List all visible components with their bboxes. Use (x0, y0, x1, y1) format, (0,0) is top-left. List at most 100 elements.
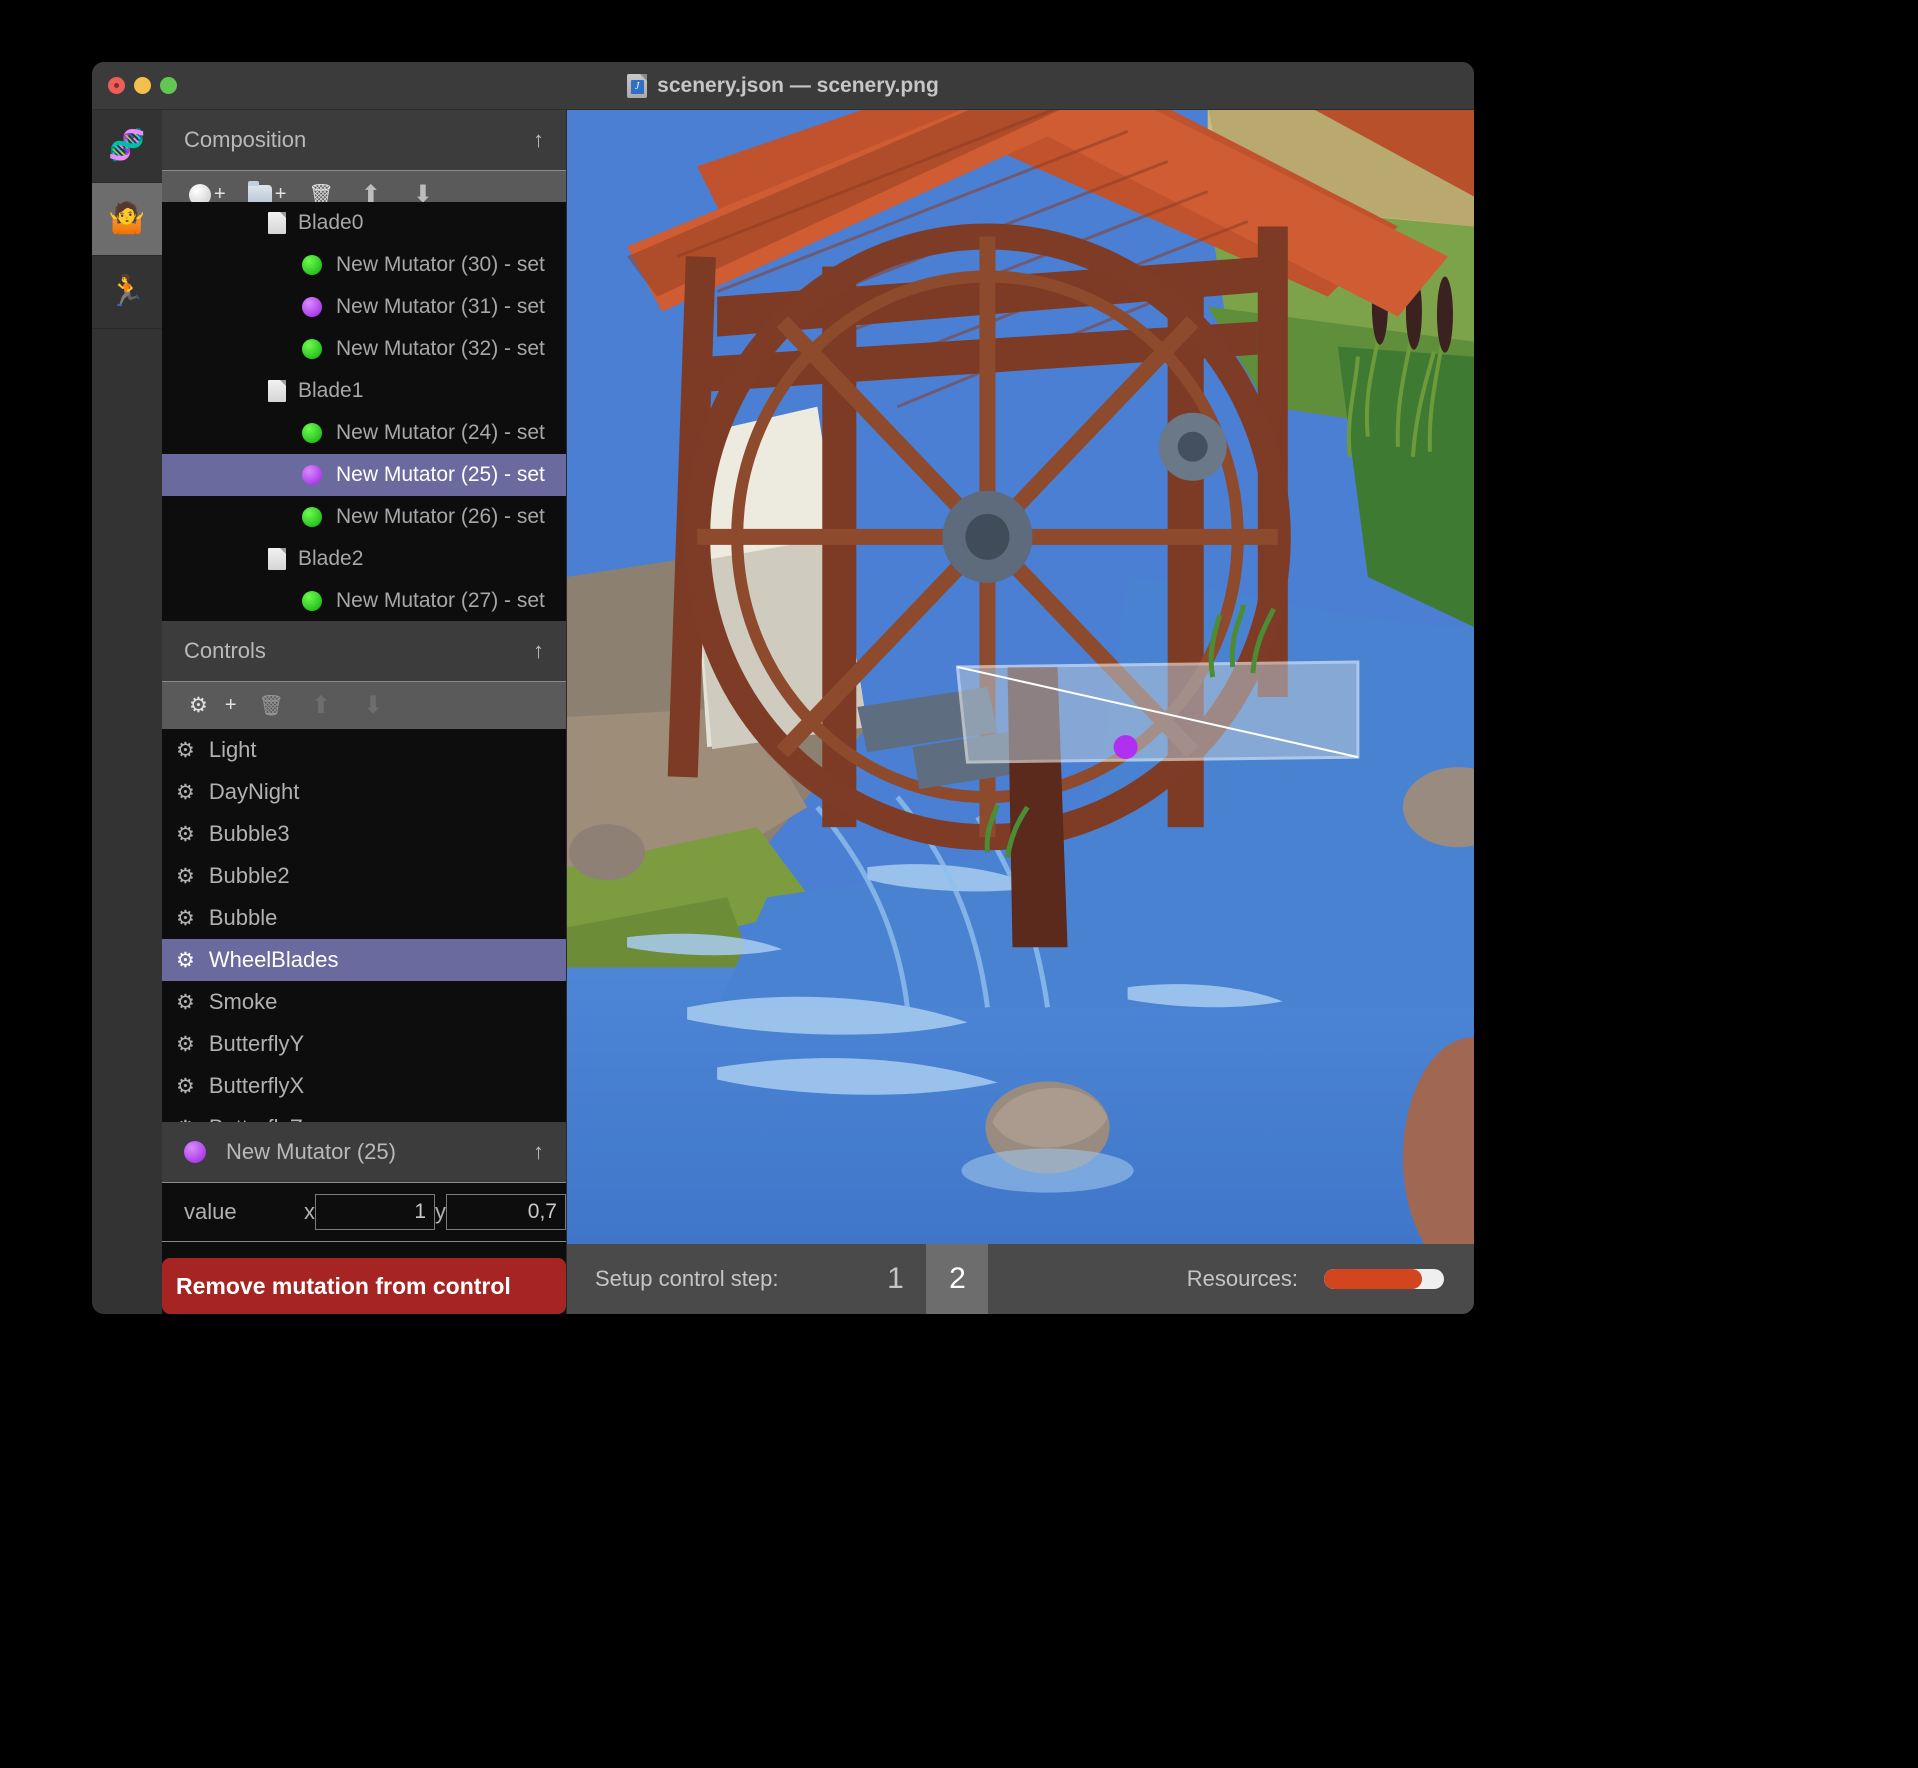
tree-row-label: New Mutator (31) - set (336, 294, 545, 318)
zoom-button[interactable] (160, 77, 177, 94)
tree-row-mutator[interactable]: New Mutator (24) - set (162, 412, 566, 454)
resources-label: Resources: (1186, 1266, 1298, 1291)
tree-row-mutator[interactable]: New Mutator (31) - set (162, 286, 566, 328)
mutator-dot-icon (302, 590, 322, 611)
remove-button-area: Remove mutation from control (162, 1242, 566, 1314)
step-button-2[interactable]: 2 (926, 1244, 989, 1314)
window-title-group: J scenery.json — scenery.png (92, 73, 1474, 98)
gear-icon: ⚙ (176, 990, 195, 1014)
tree-row-mutator[interactable]: New Mutator (30) - set (162, 244, 566, 286)
remove-mutation-button[interactable]: Remove mutation from control (162, 1258, 566, 1314)
dna-tab[interactable]: 🧬 (92, 110, 162, 183)
trash-icon: 🗑 (258, 694, 284, 717)
mutator-dot-icon (302, 338, 322, 359)
mutator-dot-icon (302, 506, 322, 527)
status-bar: Setup control step: 1 2 Resources: (567, 1244, 1474, 1314)
resources-progress-bar (1324, 1269, 1444, 1289)
selection-quad (955, 660, 1360, 764)
runner-tab[interactable]: 🏃 (92, 256, 162, 329)
control-item-label: Bubble3 (208, 821, 290, 847)
gear-icon: ⚙ (189, 693, 208, 717)
control-item-butterflyy[interactable]: ⚙ ButterflyY (162, 1023, 566, 1065)
controls-collapse-icon[interactable]: ↑ (533, 638, 544, 664)
move-control-down-button[interactable]: ⬇ (349, 691, 397, 720)
composition-tree[interactable]: Blade0 New Mutator (30) - set New Mutato… (162, 201, 566, 621)
mutator-dot-icon (184, 1140, 206, 1163)
control-item-label: ButterflyX (208, 1073, 305, 1099)
control-item-smoke[interactable]: ⚙ Smoke (162, 981, 566, 1023)
window-title: scenery.json — scenery.png (657, 73, 939, 97)
canvas-column: Setup control step: 1 2 Resources: (567, 110, 1474, 1314)
shrug-tab[interactable]: 🤷 (92, 183, 162, 256)
controls-header: Controls ↑ (162, 620, 566, 682)
mutator-collapse-icon[interactable]: ↑ (533, 1139, 544, 1165)
control-item-light[interactable]: ⚙ Light (162, 729, 566, 771)
tree-row-mutator[interactable]: New Mutator (32) - set (162, 328, 566, 370)
scene-illustration (567, 110, 1474, 1244)
tree-row-file[interactable]: Blade2 (162, 538, 566, 580)
json-document-icon: J (627, 73, 648, 98)
control-item-bubble3[interactable]: ⚙ Bubble3 (162, 813, 566, 855)
control-item-label: Smoke (208, 989, 278, 1015)
gear-icon: ⚙ (176, 948, 195, 972)
y-axis-label: y (435, 1198, 446, 1224)
tree-row-label: New Mutator (27) - set (336, 588, 545, 612)
tree-row-file[interactable]: Blade1 (162, 370, 566, 412)
composition-header: Composition ↑ (162, 110, 566, 172)
selection-handle (1113, 735, 1138, 760)
tree-row-label: New Mutator (25) - set (336, 462, 545, 486)
add-control-button[interactable]: ⚙ + (180, 693, 246, 718)
tree-row-label: Blade2 (298, 546, 364, 570)
control-item-daynight[interactable]: ⚙ DayNight (162, 771, 566, 813)
control-item-wheelblades[interactable]: ⚙ WheelBlades (162, 939, 566, 982)
mutator-dot-icon (302, 464, 322, 485)
control-item-butterflyx[interactable]: ⚙ ButterflyX (162, 1065, 566, 1107)
move-control-up-button[interactable]: ⬆ (297, 691, 345, 720)
control-item-label: Bubble2 (208, 863, 290, 889)
mutator-dot-icon (302, 422, 322, 443)
value-x-input[interactable] (315, 1193, 435, 1230)
value-y-input[interactable] (446, 1193, 566, 1230)
control-item-bubble2[interactable]: ⚙ Bubble2 (162, 855, 566, 897)
dna-icon: 🧬 (108, 129, 146, 162)
control-item-bubble[interactable]: ⚙ Bubble (162, 897, 566, 939)
tree-row-label: New Mutator (24) - set (336, 420, 545, 444)
tree-row-mutator[interactable]: New Mutator (27) - set (162, 580, 566, 621)
traffic-lights (92, 77, 177, 94)
shrug-icon: 🤷 (108, 202, 146, 235)
gear-icon: ⚙ (176, 780, 195, 804)
file-icon (268, 379, 286, 402)
composition-collapse-icon[interactable]: ↑ (533, 127, 544, 153)
x-axis-label: x (304, 1198, 315, 1224)
mutator-dot-icon (302, 254, 322, 275)
controls-list[interactable]: ⚙ Light ⚙ DayNight ⚙ Bubble3 ⚙ Bubble2 ⚙ (162, 729, 566, 1122)
tree-row-label: New Mutator (26) - set (336, 504, 545, 528)
step-button-1[interactable]: 1 (864, 1244, 926, 1314)
control-item-label: Bubble (208, 905, 278, 931)
tree-row-label: Blade1 (298, 378, 364, 402)
control-item-label: WheelBlades (208, 947, 339, 973)
minimize-button[interactable] (134, 77, 151, 94)
gear-icon: ⚙ (176, 906, 195, 930)
value-label: value (184, 1198, 237, 1224)
controls-toolbar: ⚙ + 🗑 ⬆ ⬇ (162, 681, 566, 730)
file-icon (268, 547, 286, 570)
tree-row-label: New Mutator (30) - set (336, 252, 545, 276)
gear-icon: ⚙ (176, 1074, 195, 1098)
tree-row-label: New Mutator (32) - set (336, 336, 545, 360)
control-item-butterflyzoom[interactable]: ⚙ ButterflyZoom (162, 1107, 566, 1122)
tree-row-mutator-selected[interactable]: New Mutator (25) - set (162, 453, 566, 496)
tree-row-file[interactable]: Blade0 (162, 202, 566, 244)
file-icon (268, 211, 286, 234)
controls-title: Controls (184, 637, 266, 663)
close-button[interactable] (108, 77, 125, 94)
tree-row-mutator[interactable]: New Mutator (26) - set (162, 496, 566, 538)
scene-canvas[interactable] (567, 110, 1474, 1244)
delete-control-button[interactable]: 🗑 (250, 693, 293, 718)
mutator-dot-icon (302, 296, 322, 317)
control-item-label: ButterflyY (208, 1031, 305, 1057)
control-item-label: DayNight (208, 779, 300, 805)
json-icon-letter: J (630, 79, 644, 94)
tree-row-label: Blade0 (298, 210, 364, 234)
runner-icon: 🏃 (108, 275, 146, 308)
